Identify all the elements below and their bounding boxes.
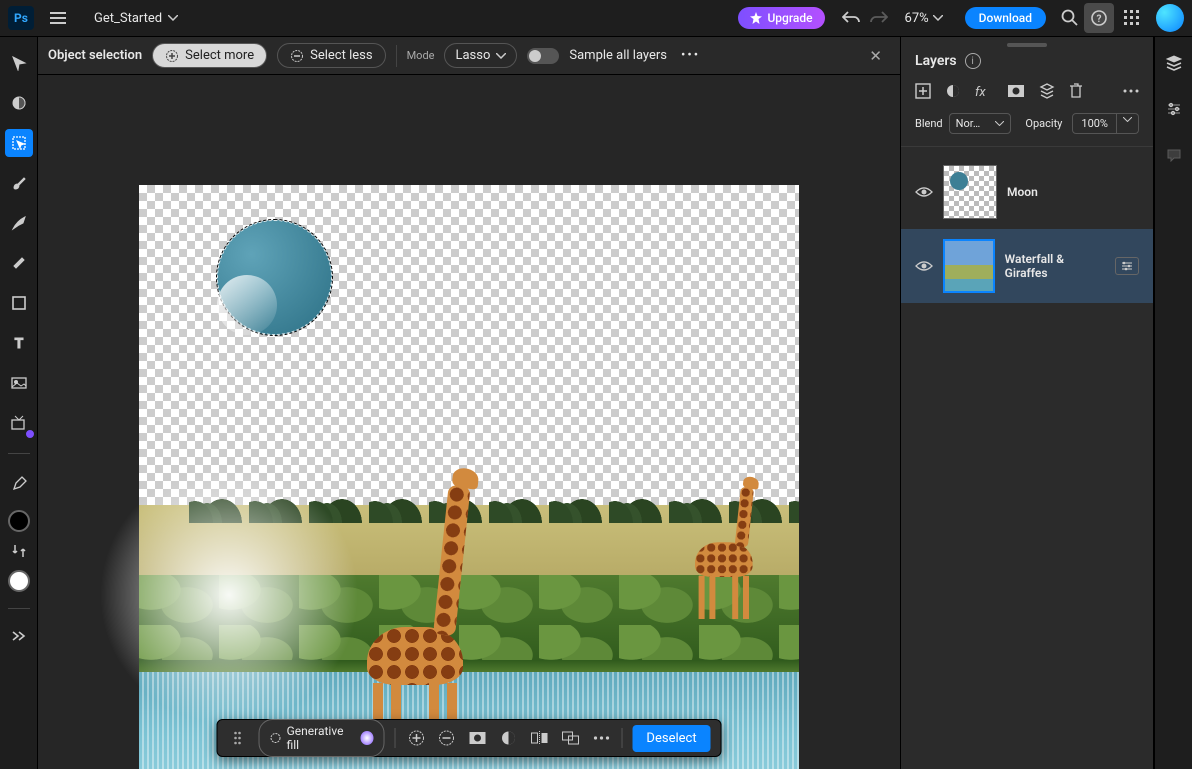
- sample-all-label: Sample all layers: [569, 48, 667, 63]
- panel-drag-handle[interactable]: [1007, 43, 1047, 47]
- layer-name: Moon: [1007, 185, 1038, 199]
- menu-icon[interactable]: [44, 6, 72, 30]
- contextual-task-bar: Generative fill Deselect: [217, 719, 722, 757]
- upgrade-button[interactable]: Upgrade: [738, 7, 824, 29]
- right-icon-rail: [1154, 37, 1192, 769]
- mode-label: Mode: [407, 49, 435, 62]
- layer-thumbnail[interactable]: [943, 239, 995, 293]
- move-tool[interactable]: [5, 49, 33, 77]
- text-tool[interactable]: T: [5, 329, 33, 357]
- visibility-toggle[interactable]: [915, 260, 933, 272]
- chevron-down-icon: [168, 15, 178, 21]
- undo-button[interactable]: [837, 4, 865, 32]
- user-avatar[interactable]: [1156, 4, 1184, 32]
- opacity-label: Opacity: [1025, 117, 1062, 130]
- generative-fill-button[interactable]: Generative fill: [258, 719, 384, 757]
- delete-layer-icon[interactable]: [1069, 83, 1083, 99]
- object-select-tool[interactable]: [5, 129, 33, 157]
- zoom-dropdown[interactable]: 67%: [899, 7, 949, 30]
- document-name: Get_Started: [94, 11, 162, 26]
- adjustment-layer-icon[interactable]: [945, 83, 961, 99]
- properties-panel-toggle[interactable]: [1160, 95, 1188, 123]
- options-bar: Object selection Select more Select less…: [38, 37, 900, 75]
- layer-more-icon[interactable]: [1123, 89, 1139, 93]
- more-options-icon[interactable]: •••: [677, 44, 704, 67]
- svg-text:T: T: [14, 336, 23, 351]
- canvas-viewport[interactable]: Generative fill Deselect: [38, 75, 900, 769]
- search-icon[interactable]: [1056, 4, 1084, 32]
- adjustment-icon[interactable]: [498, 727, 519, 749]
- layer-mask-icon[interactable]: [1007, 84, 1025, 98]
- expand-selection-icon[interactable]: [406, 727, 427, 749]
- add-layer-icon[interactable]: [915, 83, 931, 99]
- layers-panel-toggle[interactable]: [1160, 49, 1188, 77]
- app-logo[interactable]: Ps: [8, 6, 34, 30]
- close-options-icon[interactable]: ✕: [861, 43, 890, 69]
- visibility-toggle[interactable]: [915, 186, 933, 198]
- more-actions-icon[interactable]: [591, 727, 612, 749]
- giraffe-background: [695, 493, 743, 577]
- deselect-button[interactable]: Deselect: [632, 725, 710, 752]
- layer-list: Moon Waterfall & Giraffes: [901, 147, 1153, 303]
- svg-text:fx: fx: [975, 85, 986, 98]
- adjust-tool[interactable]: [5, 89, 33, 117]
- shape-tool[interactable]: [5, 289, 33, 317]
- redo-button[interactable]: [865, 4, 893, 32]
- ai-badge-icon: [361, 731, 374, 745]
- ai-tool[interactable]: [5, 409, 33, 437]
- giraffe-foreground: [367, 365, 497, 685]
- blend-mode-dropdown[interactable]: Nor…: [949, 113, 1012, 134]
- document-name-dropdown[interactable]: Get_Started: [86, 7, 186, 30]
- layers-panel: Layers i fx Blend Nor… Opacity 100%: [900, 37, 1154, 769]
- layer-group-icon[interactable]: [1039, 83, 1055, 99]
- blend-label: Blend: [915, 117, 943, 130]
- sample-all-layers-toggle[interactable]: [527, 48, 559, 64]
- apps-grid-icon[interactable]: [1118, 4, 1146, 32]
- panel-title: Layers: [915, 53, 957, 69]
- flip-icon[interactable]: [529, 727, 550, 749]
- canvas[interactable]: [139, 185, 799, 769]
- transform-icon[interactable]: [560, 727, 581, 749]
- top-app-bar: Ps Get_Started Upgrade 67% Download ?: [0, 0, 1192, 37]
- move-handle-icon[interactable]: [228, 727, 249, 749]
- layer-row-moon[interactable]: Moon: [901, 155, 1153, 229]
- eyedropper-tool[interactable]: [5, 470, 33, 498]
- swap-colors-icon[interactable]: [12, 544, 26, 558]
- expand-tools-icon[interactable]: [6, 625, 32, 647]
- options-title: Object selection: [48, 48, 142, 63]
- layer-thumbnail[interactable]: [943, 165, 997, 219]
- layer-row-waterfall[interactable]: Waterfall & Giraffes: [901, 229, 1153, 303]
- background-color[interactable]: [8, 570, 30, 592]
- moon-selection: [217, 220, 332, 335]
- left-toolbar: T: [0, 37, 38, 769]
- info-icon[interactable]: i: [965, 53, 981, 69]
- select-more-button[interactable]: Select more: [152, 43, 267, 68]
- chevron-down-icon: [933, 15, 943, 21]
- chevron-down-icon: [496, 53, 506, 59]
- svg-text:?: ?: [1097, 14, 1102, 25]
- spot-heal-tool[interactable]: [5, 209, 33, 237]
- download-button[interactable]: Download: [965, 7, 1046, 29]
- mask-icon[interactable]: [467, 727, 488, 749]
- foreground-color[interactable]: [8, 510, 30, 532]
- comments-panel-toggle[interactable]: [1160, 141, 1188, 169]
- layer-name: Waterfall & Giraffes: [1005, 252, 1105, 280]
- brush-tool[interactable]: [5, 169, 33, 197]
- opacity-dropdown-toggle[interactable]: [1117, 113, 1139, 134]
- select-less-button[interactable]: Select less: [277, 43, 385, 68]
- opacity-input[interactable]: 100%: [1072, 113, 1117, 134]
- star-icon: [750, 12, 762, 24]
- contract-selection-icon[interactable]: [437, 727, 458, 749]
- help-icon[interactable]: ?: [1084, 3, 1114, 33]
- place-image-tool[interactable]: [5, 369, 33, 397]
- layer-filters-icon[interactable]: [1115, 257, 1139, 275]
- mode-dropdown[interactable]: Lasso: [444, 43, 517, 68]
- paint-tool[interactable]: [5, 249, 33, 277]
- layer-fx-icon[interactable]: fx: [975, 84, 993, 98]
- artwork: [139, 185, 799, 769]
